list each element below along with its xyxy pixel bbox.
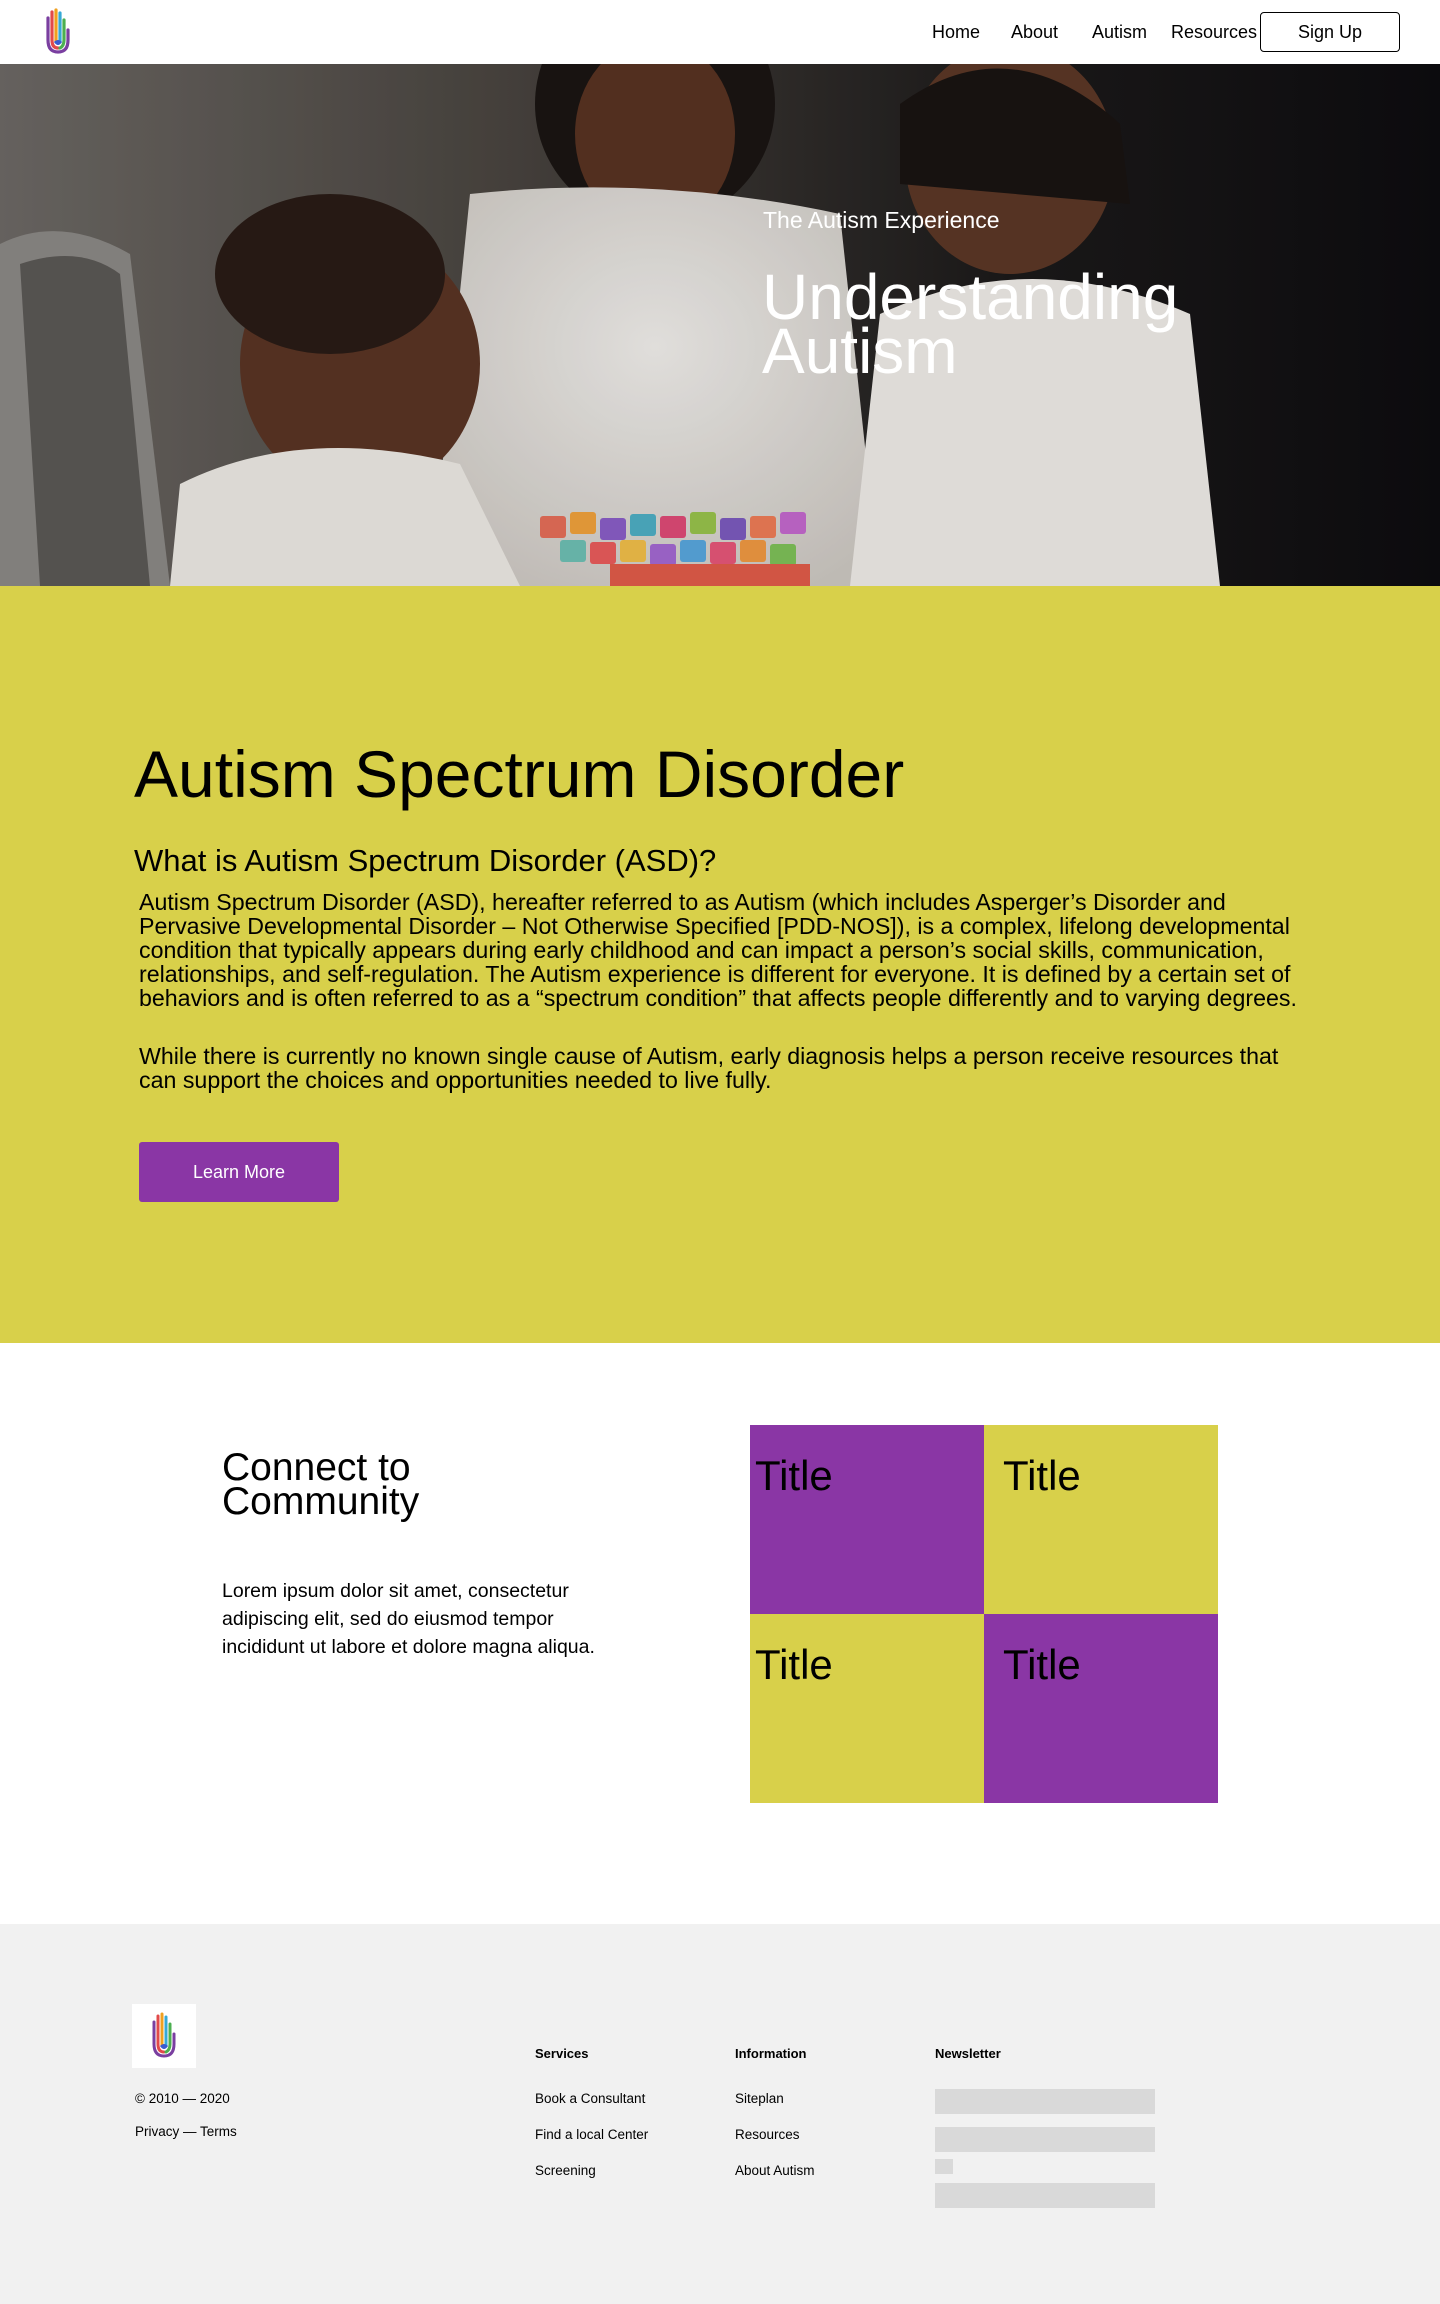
newsletter-email-field[interactable] <box>935 2127 1155 2152</box>
copyright-text: © 2010 — 2020 <box>135 2091 230 2106</box>
hand-logo-icon[interactable] <box>40 8 74 56</box>
tile-2[interactable]: Title <box>984 1425 1218 1614</box>
tile-4[interactable]: Title <box>984 1614 1218 1803</box>
footer-link-about-autism[interactable]: About Autism <box>735 2162 815 2180</box>
tile-title: Title <box>1003 1641 1081 1688</box>
footer-link-siteplan[interactable]: Siteplan <box>735 2090 784 2108</box>
tile-title: Title <box>755 1641 833 1688</box>
asd-description-paragraph: Autism Spectrum Disorder (ASD), hereafte… <box>139 889 1297 1011</box>
tile-title: Title <box>755 1452 833 1499</box>
learn-more-button[interactable]: Learn More <box>139 1142 339 1202</box>
sign-up-button[interactable]: Sign Up <box>1260 12 1400 52</box>
asd-info-section: Autism Spectrum Disorder What is Autism … <box>0 586 1440 1343</box>
nav-autism[interactable]: Autism <box>1092 20 1147 44</box>
hero-kicker: The Autism Experience <box>763 207 1000 233</box>
site-header: Home About Autism Resources Sign Up <box>0 0 1440 64</box>
newsletter-heading: Newsletter <box>935 2046 1001 2061</box>
nav-home[interactable]: Home <box>932 20 980 44</box>
footer-link-book-consultant[interactable]: Book a Consultant <box>535 2090 645 2108</box>
hand-logo-icon <box>152 2012 176 2058</box>
services-heading: Services <box>535 2046 589 2061</box>
tile-title: Title <box>1003 1452 1081 1499</box>
tile-1[interactable]: Title <box>750 1425 984 1614</box>
community-text: Lorem ipsum dolor sit amet, consectetur … <box>222 1580 595 1658</box>
section-subheading: What is Autism Spectrum Disorder (ASD)? <box>134 843 717 878</box>
nav-resources[interactable]: Resources <box>1171 20 1257 44</box>
newsletter-name-field[interactable] <box>935 2089 1155 2114</box>
footer-link-find-center[interactable]: Find a local Center <box>535 2126 648 2144</box>
site-footer: © 2010 — 2020 Privacy — Terms Services B… <box>0 1924 1440 2304</box>
newsletter-submit-button[interactable] <box>935 2183 1155 2208</box>
hero-banner: The Autism Experience Understanding Auti… <box>0 64 1440 586</box>
community-title: Connect to Community <box>222 1446 420 1523</box>
hero-title: Understanding Autism <box>762 261 1179 387</box>
tile-3[interactable]: Title <box>750 1614 984 1803</box>
footer-link-resources[interactable]: Resources <box>735 2126 800 2144</box>
section-heading: Autism Spectrum Disorder <box>134 737 905 811</box>
information-heading: Information <box>735 2046 807 2061</box>
newsletter-consent-checkbox[interactable] <box>935 2159 953 2174</box>
footer-link-screening[interactable]: Screening <box>535 2162 596 2180</box>
footer-logo[interactable] <box>132 2004 196 2068</box>
asd-cause-paragraph: While there is currently no known single… <box>139 1043 1279 1093</box>
nav-about[interactable]: About <box>1011 20 1058 44</box>
privacy-terms-link[interactable]: Privacy — Terms <box>135 2123 237 2141</box>
community-section: Connect to Community Lorem ipsum dolor s… <box>0 1343 1440 1924</box>
